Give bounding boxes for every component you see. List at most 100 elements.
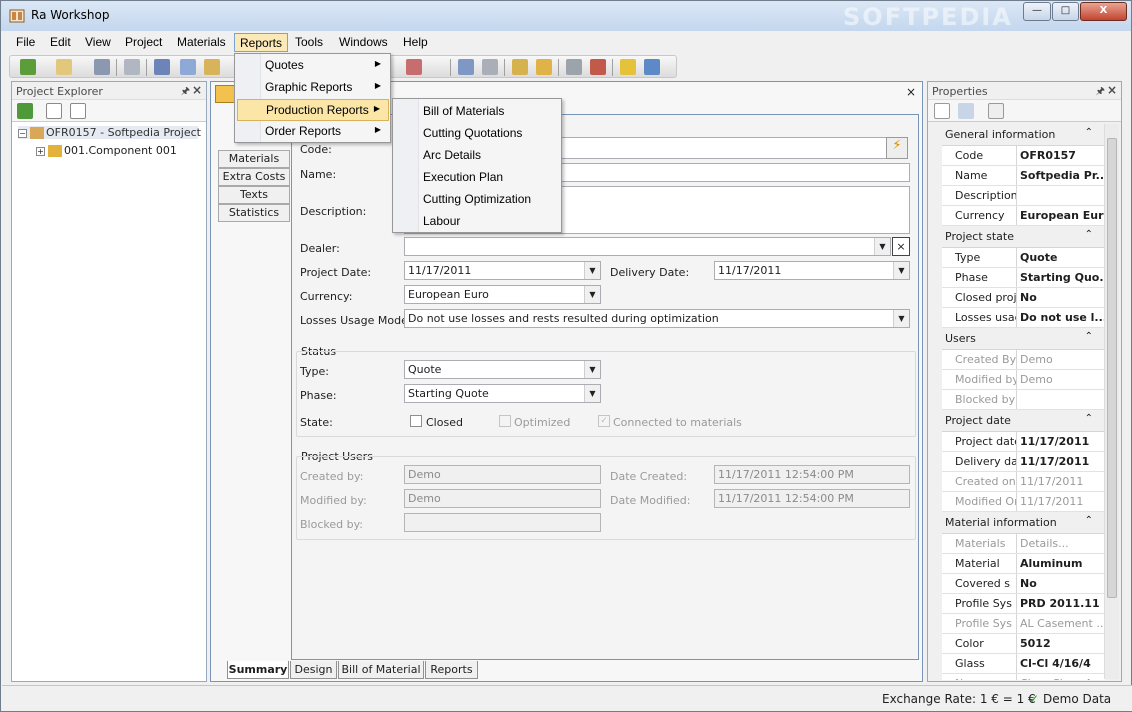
chevron-down-icon[interactable]: ▼ (584, 286, 600, 303)
minimize-button[interactable]: — (1023, 2, 1051, 21)
menu-item-order-reports[interactable]: Order Reports ▶ (237, 121, 389, 143)
property-value[interactable]: 11/17/2011 (1018, 432, 1104, 451)
pin-icon[interactable]: 🖈 (1096, 84, 1105, 101)
property-row[interactable]: Project date 11/17/2011 (942, 432, 1105, 452)
scrollbar-thumb[interactable] (1107, 138, 1117, 598)
menu-item-quotes[interactable]: Quotes ▶ (237, 55, 389, 77)
collapse-category-icon[interactable]: ⌃ (1085, 229, 1093, 240)
collapse-category-icon[interactable]: ⌃ (1085, 127, 1093, 138)
properties-scrollbar[interactable] (1104, 124, 1119, 679)
close-panel-icon[interactable]: × (1107, 83, 1117, 97)
currency-select[interactable]: European Euro ▼ (404, 285, 601, 304)
collapse-icon[interactable]: − (18, 128, 27, 138)
property-value[interactable]: No (1018, 574, 1104, 593)
property-value[interactable]: Do not use l... (1018, 308, 1104, 327)
menu-item-cutting-quotations[interactable]: Cutting Quotations (395, 123, 560, 145)
save-all-icon[interactable] (124, 59, 140, 75)
property-value[interactable]: Cl-Cl 4/16/4 (1018, 654, 1104, 673)
design-icon[interactable] (482, 59, 498, 75)
type-select[interactable]: Quote ▼ (404, 360, 601, 379)
collapse-category-icon[interactable]: ⌃ (1085, 413, 1093, 424)
paste-icon[interactable] (204, 59, 220, 75)
menu-reports[interactable]: Reports (234, 33, 289, 52)
property-row[interactable]: Currency European Euro (942, 206, 1105, 226)
add-component-icon[interactable] (512, 59, 528, 75)
property-pages-icon[interactable] (988, 103, 1004, 119)
tab-bill-of-material[interactable]: Bill of Material (338, 661, 424, 679)
phase-select[interactable]: Starting Quote ▼ (404, 384, 601, 403)
property-row[interactable]: Phase Starting Quo... (942, 268, 1105, 288)
property-value[interactable]: 5012 (1018, 634, 1104, 653)
property-row[interactable]: Covered s No (942, 574, 1105, 594)
property-row[interactable]: Blocked by (942, 390, 1105, 410)
close-panel-icon[interactable]: × (192, 83, 202, 97)
menu-item-graphic-reports[interactable]: Graphic Reports ▶ (237, 77, 389, 99)
property-value[interactable]: Softpedia Pr... (1018, 166, 1104, 185)
new-project-icon[interactable] (20, 59, 36, 75)
property-value[interactable]: European Euro (1018, 206, 1104, 225)
maximize-button[interactable]: □ (1052, 2, 1079, 21)
menu-file[interactable]: File (11, 33, 40, 52)
menu-item-labour[interactable]: Labour (395, 211, 560, 233)
property-value[interactable] (1018, 390, 1104, 409)
report-icon[interactable] (406, 59, 422, 75)
categorized-icon[interactable] (934, 103, 950, 119)
property-value[interactable]: Demo (1018, 350, 1104, 369)
menu-materials[interactable]: Materials (172, 33, 231, 52)
menu-item-execution-plan[interactable]: Execution Plan (395, 167, 560, 189)
view-icon[interactable] (458, 59, 474, 75)
copy-icon[interactable] (180, 59, 196, 75)
property-row[interactable]: Glass Cl-Cl 4/16/4 (942, 654, 1105, 674)
document-close-icon[interactable]: × (906, 85, 916, 99)
pin-icon[interactable]: 🖈 (181, 84, 190, 101)
collapse-category-icon[interactable]: ⌃ (1085, 515, 1093, 526)
chevron-down-icon[interactable]: ▼ (584, 361, 600, 378)
property-row[interactable]: Created on 11/17/2011 (942, 472, 1105, 492)
losses-select[interactable]: Do not use losses and rests resulted dur… (404, 309, 910, 328)
property-value[interactable]: Aluminum (1018, 554, 1104, 573)
menu-item-bill-of-materials[interactable]: Bill of Materials (395, 101, 560, 123)
property-value[interactable]: Clear-Clear 4-... (1018, 674, 1104, 680)
menu-help[interactable]: Help (398, 33, 433, 52)
tab-reports[interactable]: Reports (425, 661, 478, 679)
tab-summary[interactable]: Summary (227, 661, 289, 679)
property-value[interactable]: Demo (1018, 370, 1104, 389)
tree-component-node[interactable]: +001.Component 001 (36, 144, 177, 157)
property-row[interactable]: Modified On 11/17/2011 (942, 492, 1105, 512)
property-row[interactable]: Type Quote (942, 248, 1105, 268)
tree-project-node[interactable]: − OFR0157 - Softpedia Project (18, 126, 201, 139)
dealer-select[interactable]: ▼ (404, 237, 891, 256)
chevron-down-icon[interactable]: ▼ (584, 385, 600, 402)
menu-edit[interactable]: Edit (45, 33, 76, 52)
menu-view[interactable]: View (80, 33, 116, 52)
clear-dealer-icon[interactable]: × (892, 237, 910, 256)
property-value[interactable]: Quote (1018, 248, 1104, 267)
closed-checkbox[interactable] (410, 415, 422, 427)
menu-item-production-reports[interactable]: Production Reports ▶ (237, 99, 389, 121)
optimize-icon[interactable] (590, 59, 606, 75)
property-row[interactable]: Closed proje No (942, 288, 1105, 308)
tab-design[interactable]: Design (290, 661, 337, 679)
save-icon[interactable] (94, 59, 110, 75)
property-row[interactable]: Profile Sys PRD 2011.11 (942, 594, 1105, 614)
property-row[interactable]: Delivery dat 11/17/2011 (942, 452, 1105, 472)
chevron-down-icon[interactable]: ▼ (893, 262, 909, 279)
property-category[interactable]: Material information ⌃ (942, 512, 1105, 534)
property-value[interactable]: OFR0157 (1018, 146, 1104, 165)
property-category[interactable]: Project date ⌃ (942, 410, 1105, 432)
property-category[interactable]: Project state ⌃ (942, 226, 1105, 248)
open-icon[interactable] (56, 59, 72, 75)
calculate-icon[interactable] (644, 59, 660, 75)
property-value[interactable]: 11/17/2011 (1018, 452, 1104, 471)
menu-windows[interactable]: Windows (334, 33, 393, 52)
property-row[interactable]: Code OFR0157 (942, 146, 1105, 166)
settings-icon[interactable] (566, 59, 582, 75)
property-row[interactable]: Losses usag Do not use l... (942, 308, 1105, 328)
sort-az-icon[interactable] (958, 103, 974, 119)
side-tab-texts[interactable]: Texts (218, 186, 290, 204)
delivery-date-field[interactable]: 11/17/2011 ▼ (714, 261, 910, 280)
property-category[interactable]: General information ⌃ (942, 124, 1105, 146)
property-value[interactable]: Details... (1018, 534, 1104, 553)
property-row[interactable]: Material Aluminum (942, 554, 1105, 574)
property-value[interactable]: Starting Quo... (1018, 268, 1104, 287)
